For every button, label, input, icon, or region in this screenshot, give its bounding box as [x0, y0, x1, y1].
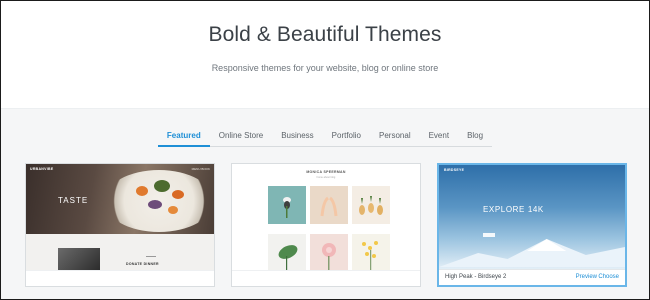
- tab-event[interactable]: Event: [419, 129, 459, 147]
- gallery-tile: [268, 234, 306, 272]
- gallery-tile: [310, 186, 348, 224]
- leaf-image: [278, 245, 298, 270]
- gallery-tile: [310, 234, 348, 272]
- tab-online-store[interactable]: Online Store: [209, 129, 273, 147]
- theme-content-area: [26, 234, 214, 270]
- category-tabs: Featured Online Store Business Portfolio…: [1, 129, 649, 147]
- theme-name: High Peak - Birdseye 2: [445, 274, 507, 280]
- card-footer: High Peak - Birdseye 2 Preview Choose: [439, 269, 625, 285]
- theme-card-mountain[interactable]: BIRDSEYE EXPLORE 14K High Peak - Birdsey…: [437, 163, 627, 287]
- tab-business[interactable]: Business: [272, 129, 323, 147]
- food-image: [136, 186, 148, 196]
- hero-section: Bold & Beautiful Themes Responsive theme…: [1, 1, 649, 109]
- theme-nav: MENU BOOK: [191, 167, 210, 171]
- food-image: [168, 206, 178, 214]
- theme-card-gallery[interactable]: MONICA SPEERMAN home about blog: [231, 163, 421, 287]
- theme-brand: BIRDSEYE: [444, 168, 465, 172]
- theme-card-restaurant[interactable]: URBANVIBE MENU BOOK TASTE DONATE DINNER: [25, 163, 215, 287]
- choose-link[interactable]: Choose: [598, 274, 619, 280]
- page-title: Bold & Beautiful Themes: [208, 23, 442, 46]
- pineapples-image: [359, 196, 383, 215]
- theme-photo: [58, 248, 100, 270]
- gallery-tile: [352, 186, 390, 224]
- peony-image: [322, 243, 336, 270]
- theme-headline: EXPLORE 14K: [483, 205, 544, 214]
- page-subtitle: Responsive themes for your website, blog…: [211, 63, 439, 73]
- tab-blog[interactable]: Blog: [458, 129, 493, 147]
- hands-image: [320, 196, 338, 217]
- food-image: [148, 200, 162, 209]
- theme-brand: MONICA SPEERMAN: [306, 170, 346, 174]
- preview-link[interactable]: Preview: [576, 274, 597, 280]
- gallery-tile: [268, 186, 306, 224]
- yellow-flowers-image: [362, 241, 378, 270]
- mountain-image: [439, 239, 625, 267]
- theme-headline: TASTE: [58, 196, 89, 205]
- tab-personal[interactable]: Personal: [370, 129, 420, 147]
- theme-nav: home about blog: [316, 176, 336, 179]
- gallery-tile: [352, 234, 390, 272]
- card-footer: [26, 270, 214, 286]
- theme-brand: URBANVIBE: [30, 167, 54, 171]
- divider: [146, 256, 156, 257]
- tab-featured[interactable]: Featured: [157, 129, 210, 147]
- food-image: [172, 190, 184, 199]
- theme-cta-button: [483, 233, 495, 237]
- food-image: [154, 180, 170, 192]
- themes-section: Featured Online Store Business Portfolio…: [1, 109, 649, 299]
- flower-image: [283, 197, 291, 218]
- theme-section-label: DONATE DINNER: [126, 262, 159, 266]
- tab-portfolio[interactable]: Portfolio: [322, 129, 371, 147]
- card-footer: [232, 270, 420, 286]
